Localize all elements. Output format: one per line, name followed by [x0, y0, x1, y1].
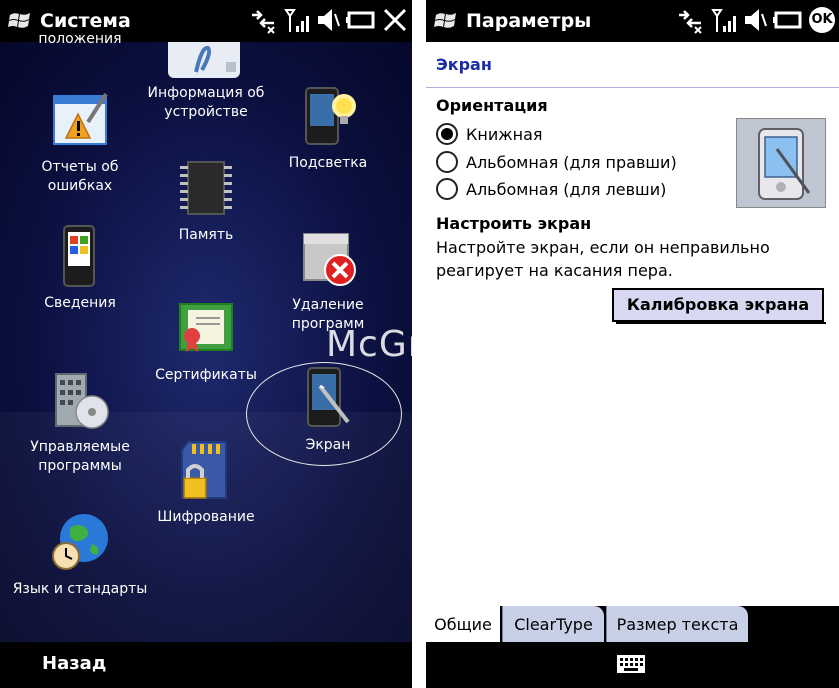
radio-portrait-label: Книжная: [466, 124, 543, 144]
app-encryption-label: Шифрование: [157, 509, 255, 525]
back-softkey[interactable]: Назад: [42, 653, 106, 674]
app-backlight-label: Подсветка: [288, 155, 368, 171]
tab-text-size[interactable]: Размер текста: [606, 606, 748, 642]
calibrate-screen-button[interactable]: Калибровка экрана: [612, 288, 826, 324]
orientation-landscape-left[interactable]: Альбомная (для левши): [436, 178, 666, 200]
app-remove-programs[interactable]: Удаление программ: [258, 226, 398, 334]
app-certificates-label: Сертификаты: [155, 367, 257, 383]
settings-titlebar: Параметры OK: [426, 0, 839, 42]
app-device-info[interactable]: Информация об устройстве: [136, 84, 276, 122]
start-menu-icon[interactable]: [432, 7, 460, 35]
globe-clock-icon: [48, 510, 112, 574]
speaker-muted-icon[interactable]: [316, 6, 340, 34]
connectivity-icon[interactable]: [248, 6, 278, 34]
windows-phone-icon: [48, 224, 112, 288]
calibrate-text-line1: Настройте экран, если он неправильно: [436, 238, 770, 257]
signal-icon[interactable]: [284, 6, 310, 34]
settings-tabs: Общие ClearType Размер текста: [426, 606, 839, 642]
radio-landscape-left-label: Альбомная (для левши): [466, 179, 667, 199]
error-report-icon: [48, 88, 112, 152]
settings-title: Параметры: [466, 10, 592, 32]
connectivity-icon[interactable]: [675, 6, 705, 34]
tab-general[interactable]: Общие: [426, 606, 500, 642]
certificate-icon: [174, 296, 238, 360]
orientation-preview: [736, 118, 826, 208]
app-regional-settings[interactable]: Язык и стандарты: [10, 510, 150, 599]
ok-button[interactable]: OK: [809, 7, 835, 33]
watermark: McGrp.Ru: [326, 324, 509, 365]
app-memory[interactable]: Память: [136, 156, 276, 245]
radio-landscape-right[interactable]: [436, 151, 458, 173]
device-info-icon-top: [168, 42, 240, 78]
app-certificates[interactable]: Сертификаты: [136, 296, 276, 385]
orientation-portrait[interactable]: Книжная: [436, 123, 543, 145]
calibrate-heading: Настроить экран: [436, 214, 592, 233]
app-error-reports[interactable]: Отчеты об ошибках: [10, 88, 150, 196]
partial-app-text: положения: [38, 31, 122, 47]
calibrate-text-line2: реагирует на касания пера.: [436, 261, 673, 280]
backlight-phone-icon: [296, 84, 360, 148]
speaker-muted-icon[interactable]: [743, 6, 767, 34]
tab-cleartype[interactable]: ClearType: [502, 606, 604, 642]
app-regional-settings-label: Язык и стандарты: [12, 581, 148, 597]
app-managed-programs[interactable]: Управляемые программы: [10, 368, 150, 476]
signal-icon[interactable]: [711, 6, 737, 34]
app-device-info-label: Информация об устройстве: [147, 85, 265, 120]
radio-landscape-left[interactable]: [436, 178, 458, 200]
app-about-label: Сведения: [44, 295, 116, 311]
battery-icon[interactable]: [773, 6, 803, 34]
remove-programs-icon: [296, 226, 360, 290]
radio-portrait[interactable]: [436, 123, 458, 145]
app-managed-programs-label: Управляемые программы: [30, 439, 130, 474]
orientation-heading: Ориентация: [436, 96, 548, 115]
memory-chip-icon: [174, 156, 238, 220]
radio-landscape-right-label: Альбомная (для правши): [466, 152, 677, 172]
right-softkey-bar: [426, 642, 839, 688]
battery-icon[interactable]: [346, 6, 376, 34]
app-backlight[interactable]: Подсветка: [258, 84, 398, 173]
section-title: Экран: [436, 55, 492, 74]
orientation-landscape-right[interactable]: Альбомная (для правши): [436, 151, 677, 173]
app-about[interactable]: Сведения: [10, 224, 150, 313]
partial-app-label: положения: [10, 30, 150, 50]
left-softkey-bar: Назад: [0, 642, 412, 688]
app-memory-label: Память: [178, 227, 234, 243]
keyboard-icon[interactable]: [616, 654, 646, 674]
section-header: Экран: [426, 42, 839, 88]
sd-lock-icon: [174, 438, 238, 502]
close-icon[interactable]: [382, 6, 408, 34]
managed-programs-icon: [48, 368, 112, 432]
system-title: Система: [40, 10, 131, 32]
device-preview-icon: [758, 128, 811, 200]
app-error-reports-label: Отчеты об ошибках: [41, 159, 119, 194]
app-encryption[interactable]: Шифрование: [136, 438, 276, 527]
